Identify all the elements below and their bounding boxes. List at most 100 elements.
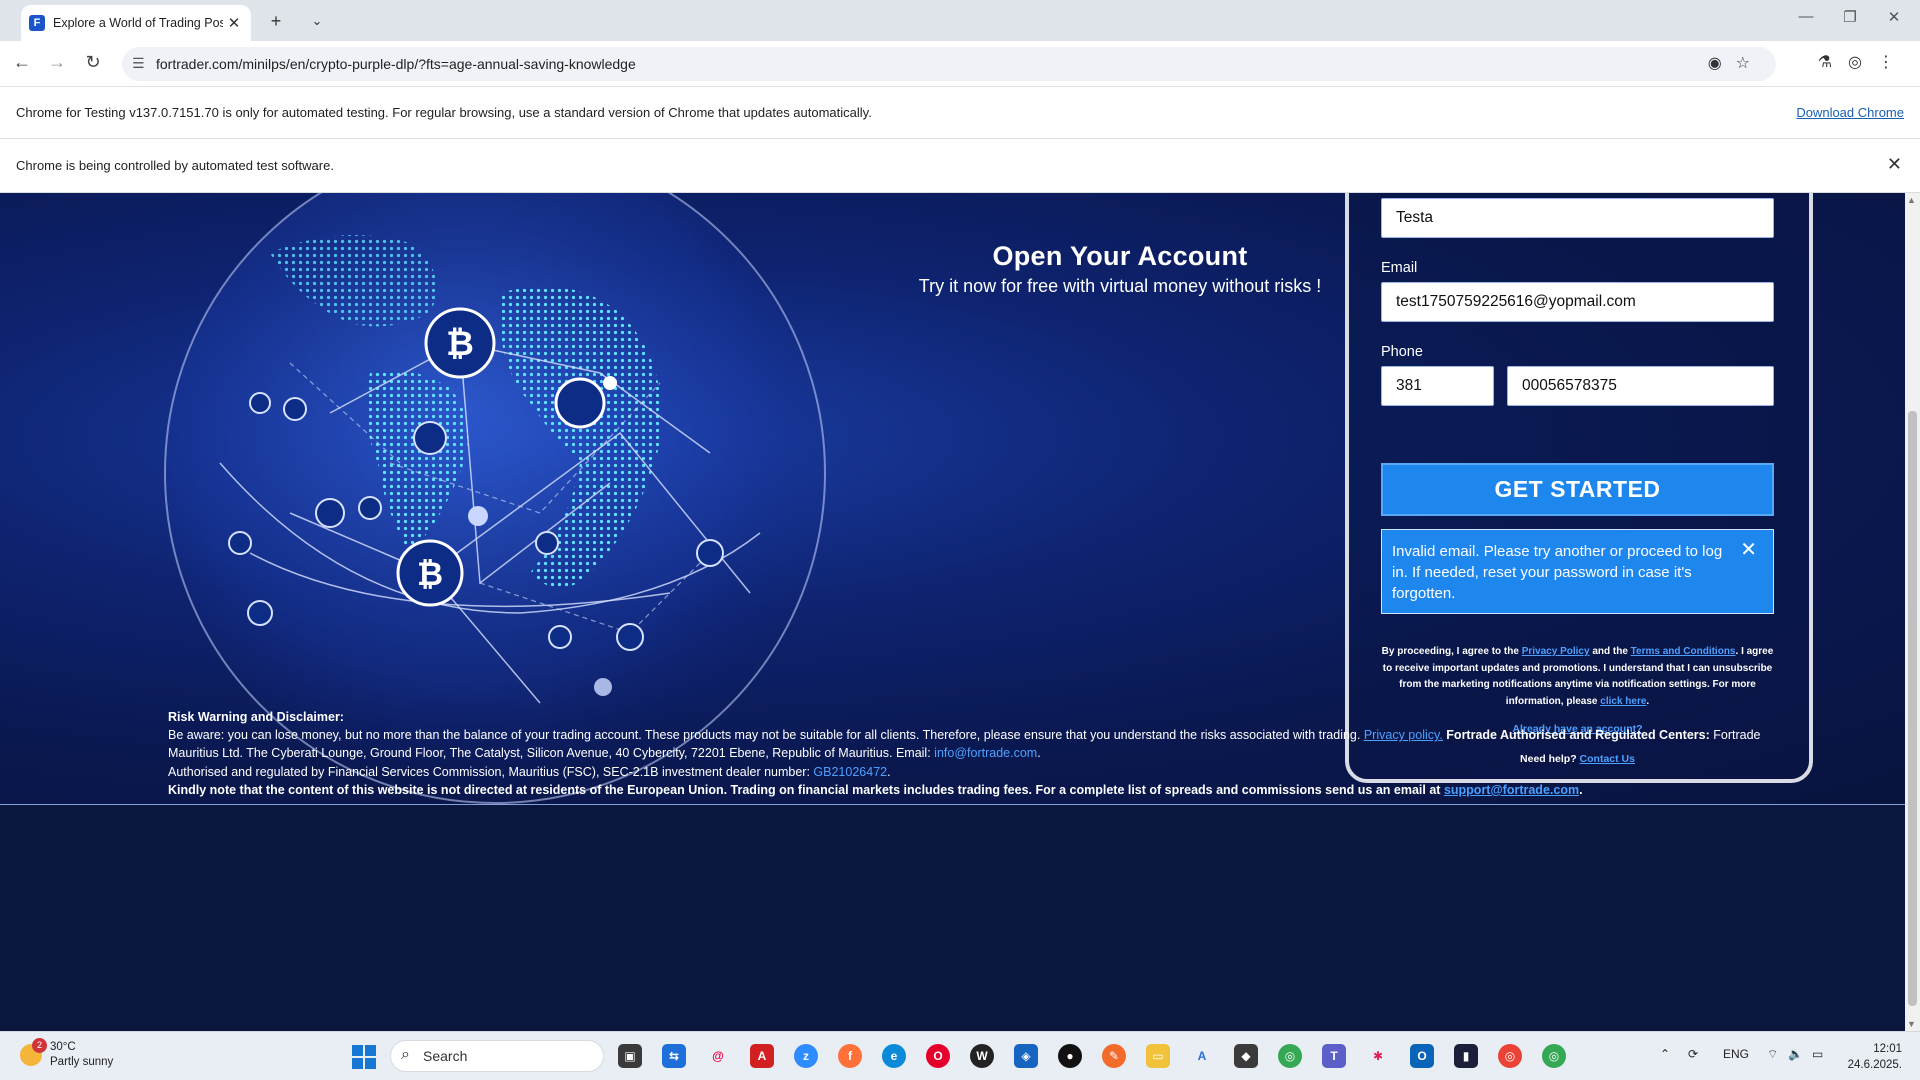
chrome-icon[interactable]: ◎ <box>1278 1044 1302 1068</box>
acrobat-icon[interactable]: A <box>750 1044 774 1068</box>
browser-tab[interactable]: F Explore a World of Trading Poss ✕ <box>21 5 251 41</box>
centers-title: Fortrade Authorised and Regulated Center… <box>1446 728 1710 743</box>
scroll-down-arrow-icon[interactable]: ▼ <box>1907 1019 1916 1029</box>
infobar-close-icon[interactable]: ✕ <box>1887 154 1902 175</box>
minimize-button[interactable]: — <box>1786 8 1826 25</box>
testing-infobar: Chrome for Testing v137.0.7151.70 is onl… <box>0 87 1920 139</box>
restore-button[interactable]: ❐ <box>1830 8 1870 26</box>
search-placeholder: Search <box>423 1048 468 1064</box>
wordpress-icon[interactable]: W <box>970 1044 994 1068</box>
firefox-icon[interactable]: f <box>838 1044 862 1068</box>
search-icon: ⌕ <box>401 1046 410 1063</box>
error-alert: Invalid email. Please try another or pro… <box>1381 529 1774 614</box>
hero-subtitle: Try it now for free with virtual money w… <box>918 276 1322 296</box>
task-view-icon[interactable]: ▣ <box>618 1044 642 1068</box>
risk-disclaimer: Risk Warning and Disclaimer: Be aware: y… <box>168 710 1761 797</box>
system-clock[interactable]: 12:01 24.6.2025. <box>1848 1041 1902 1073</box>
automation-notice: Chrome is being controlled by automated … <box>16 158 334 173</box>
address-bar-row: ← → ↻ ☰ fortrader.com/minilps/en/crypto-… <box>0 41 1920 87</box>
info-email-link[interactable]: info@fortrade.com <box>934 746 1037 760</box>
url-field[interactable]: ☰ fortrader.com/minilps/en/crypto-purple… <box>122 47 1776 81</box>
consent-text-and: and the <box>1592 646 1628 657</box>
regulation-text: Authorised and regulated by Financial Se… <box>168 764 810 779</box>
weather-badge: 2 <box>32 1038 47 1053</box>
tab-title: Explore a World of Trading Poss <box>53 16 223 30</box>
phone-country-code-field[interactable]: 381 <box>1381 366 1494 406</box>
eye-off-icon[interactable]: ◉ <box>1708 55 1736 72</box>
teams-icon[interactable]: T <box>1322 1044 1346 1068</box>
chrome-icon[interactable]: ◎ <box>1498 1044 1522 1068</box>
support-email-link[interactable]: support@fortrade.com <box>1444 783 1579 797</box>
menu-dots-icon[interactable]: ⋮ <box>1878 54 1910 71</box>
app-icon[interactable]: ▮ <box>1454 1044 1478 1068</box>
opera-icon[interactable]: O <box>926 1044 950 1068</box>
new-tab-button[interactable]: + <box>263 8 289 34</box>
click-here-link[interactable]: click here <box>1600 696 1646 707</box>
shield-app-icon[interactable]: ◈ <box>1014 1044 1038 1068</box>
outlook-icon[interactable]: O <box>1410 1044 1434 1068</box>
windows-taskbar: 2 30°C Partly sunny ⌕ Search ▣ ⇆ @ A z f… <box>0 1031 1920 1080</box>
page-scrollbar[interactable]: ▲ ▼ <box>1905 193 1920 1031</box>
app-icon[interactable]: @ <box>706 1044 730 1068</box>
close-alert-icon[interactable]: ✕ <box>1740 540 1757 561</box>
battery-icon[interactable]: ▭ <box>1812 1047 1823 1061</box>
email-label: Email <box>1381 260 1418 276</box>
svg-text:₿: ₿ <box>417 555 443 593</box>
profile-icon[interactable]: ◎ <box>1848 54 1878 71</box>
clock-date: 24.6.2025. <box>1847 1059 1902 1071</box>
weather-desc: Partly sunny <box>50 1056 114 1068</box>
consent-text-part: By proceeding, I agree to the <box>1381 646 1519 657</box>
bookmark-star-icon[interactable]: ☆ <box>1736 55 1764 72</box>
error-message: Invalid email. Please try another or pro… <box>1392 543 1723 602</box>
eu-notice: Kindly note that the content of this web… <box>168 782 1441 797</box>
terms-link[interactable]: Terms and Conditions <box>1631 646 1736 657</box>
footer <box>0 805 1905 1031</box>
weather-temp: 30°C <box>50 1041 76 1053</box>
tab-search-chevron-icon[interactable]: ⌄ <box>304 8 330 34</box>
get-started-button[interactable]: GET STARTED <box>1381 463 1774 516</box>
wifi-icon[interactable]: ⌔ <box>1767 1047 1778 1062</box>
app-icon[interactable]: ● <box>1058 1044 1082 1068</box>
scroll-up-arrow-icon[interactable]: ▲ <box>1907 195 1916 205</box>
page-viewport: ₿ ₿ Open Your Account Try it now for fre… <box>0 193 1905 1031</box>
forward-arrow-icon[interactable]: → <box>45 52 69 73</box>
weather-widget[interactable]: 2 30°C Partly sunny <box>20 1038 114 1070</box>
last-name-field[interactable]: Testa <box>1381 198 1774 238</box>
chrome-icon[interactable]: ◎ <box>1542 1044 1566 1068</box>
volume-icon[interactable]: 🔈 <box>1788 1047 1803 1061</box>
sync-icon[interactable]: ⟳ <box>1688 1047 1698 1061</box>
slack-icon[interactable]: ✱ <box>1366 1044 1390 1068</box>
app-icon[interactable]: A <box>1190 1044 1214 1068</box>
taskbar-search[interactable]: ⌕ Search <box>390 1040 604 1072</box>
language-indicator[interactable]: ENG <box>1723 1047 1749 1061</box>
scrollbar-thumb[interactable] <box>1908 411 1917 1006</box>
app-icon[interactable]: ⇆ <box>662 1044 686 1068</box>
window-close-button[interactable]: ✕ <box>1874 8 1914 26</box>
email-field[interactable]: test1750759225616@yopmail.com <box>1381 282 1774 322</box>
labs-flask-icon[interactable]: ⚗ <box>1818 54 1848 71</box>
app-icon[interactable]: ✎ <box>1102 1044 1126 1068</box>
footer-privacy-link[interactable]: Privacy policy. <box>1364 728 1443 742</box>
site-info-icon[interactable]: ☰ <box>132 55 145 72</box>
privacy-policy-link[interactable]: Privacy Policy <box>1522 646 1590 657</box>
automation-infobar: Chrome is being controlled by automated … <box>0 140 1920 193</box>
testing-notice: Chrome for Testing v137.0.7151.70 is onl… <box>16 105 872 120</box>
phone-label: Phone <box>1381 344 1423 360</box>
risk-text: Be aware: you can lose money, but no mor… <box>168 728 1361 743</box>
site-favicon-icon: F <box>29 15 45 31</box>
download-chrome-link[interactable]: Download Chrome <box>1796 105 1904 120</box>
edge-icon[interactable]: e <box>882 1044 906 1068</box>
app-icon[interactable]: ◆ <box>1234 1044 1258 1068</box>
back-arrow-icon[interactable]: ← <box>10 52 34 73</box>
tab-close-icon[interactable]: ✕ <box>225 14 243 32</box>
zoom-icon[interactable]: z <box>794 1044 818 1068</box>
windows-start-icon[interactable] <box>352 1045 376 1069</box>
tray-chevron-icon[interactable]: ⌃ <box>1660 1047 1670 1061</box>
file-explorer-icon[interactable]: ▭ <box>1146 1044 1170 1068</box>
reload-icon[interactable]: ↻ <box>81 52 105 73</box>
clock-time: 12:01 <box>1873 1043 1902 1055</box>
dealer-number-link[interactable]: GB21026472 <box>813 765 887 779</box>
consent-text: By proceeding, I agree to the Privacy Po… <box>1381 646 1774 707</box>
phone-number-field[interactable]: 00056578375 <box>1507 366 1774 406</box>
risk-title: Risk Warning and Disclaimer: <box>168 710 344 724</box>
